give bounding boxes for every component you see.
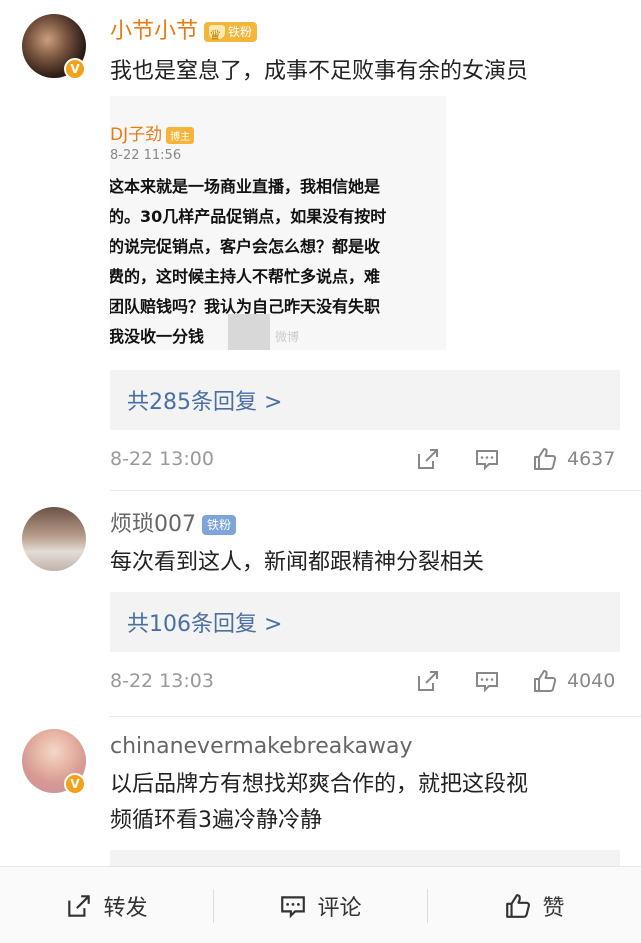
- like-icon: [506, 893, 531, 918]
- comment-icon[interactable]: [474, 446, 500, 472]
- comment-text-line: 以后品牌方有想找郑爽合作的，就把这段视: [110, 772, 529, 797]
- like-label: 赞: [542, 895, 565, 921]
- quoted-screenshot-image[interactable]: DJ子劲 博主 8-22 11:56 这本来就是一场商业直播，我相信她是 的。30…: [110, 96, 446, 350]
- comment-meta: 8-22 13:03 4040: [110, 668, 620, 698]
- comment-meta: 8-22 13:00 4637: [110, 446, 620, 476]
- fan-badge: 铁粉: [202, 515, 237, 535]
- repost-button[interactable]: 转发: [0, 867, 213, 943]
- replies-count-label: 共285条回复 >: [127, 390, 283, 415]
- comment-text: 每次看到这人，新闻都跟精神分裂相关: [110, 550, 485, 575]
- share-icon[interactable]: [415, 668, 441, 694]
- quoted-line: 这本来就是一场商业直播，我相信她是: [110, 177, 381, 196]
- bottom-action-bar: 转发 评论 赞: [0, 866, 641, 943]
- like-count: 4040: [567, 670, 616, 692]
- username[interactable]: 小节小节铁粉: [110, 18, 258, 50]
- comment-button[interactable]: 评论: [214, 867, 427, 943]
- like-count: 4637: [567, 448, 616, 470]
- verified-badge-icon: V: [64, 58, 86, 80]
- share-icon[interactable]: [415, 446, 441, 472]
- view-replies-button[interactable]: 共106条回复 >: [110, 592, 620, 652]
- comment-text: 我也是窒息了，成事不足败事有余的女演员: [110, 59, 529, 84]
- comment-item: 烦琐007 铁粉 每次看到这人，新闻都跟精神分裂相关 共106条回复 > 8-22…: [0, 491, 641, 716]
- watermark-text: 微博: [275, 330, 300, 344]
- comment-time: 8-22 13:00: [110, 448, 214, 470]
- avatar[interactable]: [22, 507, 86, 571]
- quoted-badge: 博主: [166, 126, 195, 144]
- comment-icon: [281, 895, 306, 918]
- username[interactable]: chinanevermakebreakaway: [110, 733, 413, 761]
- replies-count-label: 共106条回复 >: [127, 612, 283, 637]
- comment-icon[interactable]: [474, 668, 500, 694]
- repost-icon: [68, 894, 91, 917]
- crown-icon: [209, 22, 226, 50]
- quoted-line: 的说完促销点，客户会怎么想？都是收: [110, 237, 381, 256]
- quoted-line: 我没收一分钱: [110, 327, 205, 346]
- like-icon[interactable]: [532, 668, 558, 694]
- quoted-username: DJ子劲 博主: [110, 120, 195, 145]
- repost-label: 转发: [103, 895, 148, 921]
- comment-item: V 小节小节铁粉 我也是窒息了，成事不足败事有余的女演员 DJ子劲博主 8-22…: [0, 0, 641, 490]
- fan-badge: 铁粉: [204, 22, 258, 50]
- quoted-line: 的。30几样产品促销点，如果没有按时: [110, 207, 387, 226]
- like-button[interactable]: 赞: [428, 867, 641, 943]
- view-replies-button[interactable]: 共285条回复 >: [110, 370, 620, 430]
- quoted-time: 8-22 11:56: [110, 148, 182, 163]
- verified-badge-icon: V: [64, 773, 86, 795]
- comment-time: 8-22 13:03: [110, 670, 214, 692]
- comment-text-line: 频循环看3遍冷静冷静: [110, 808, 322, 833]
- comment-label: 评论: [317, 895, 362, 921]
- blurred-region: [228, 314, 270, 350]
- like-icon[interactable]: [532, 446, 558, 472]
- comment-item: V chinanevermakebreakaway 以后品牌方有想找郑爽合作的，…: [0, 717, 641, 866]
- username[interactable]: 烦琐007 铁粉: [110, 511, 237, 539]
- quoted-line: 费的，这时候主持人不帮忙多说点，难: [110, 267, 381, 286]
